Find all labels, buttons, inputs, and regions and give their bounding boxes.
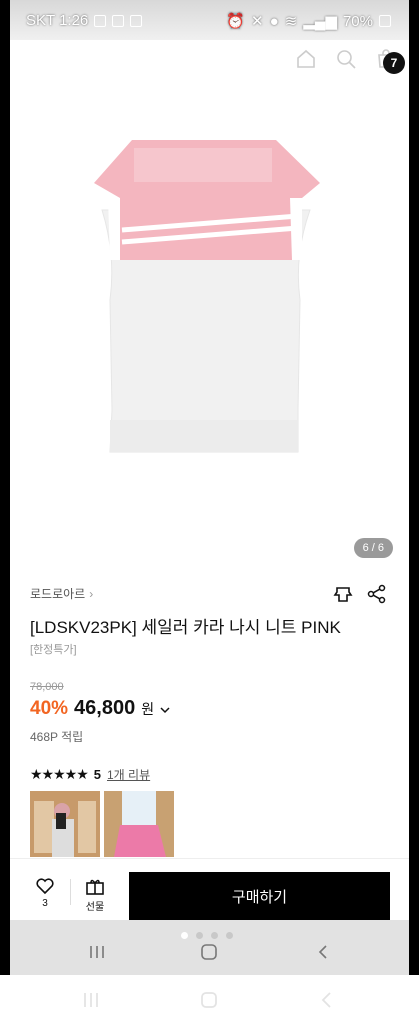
currency-label: 원 xyxy=(141,701,155,717)
system-navigation xyxy=(10,920,409,975)
brand-link[interactable]: 로드로아르 › xyxy=(30,585,93,602)
left-border xyxy=(0,0,10,975)
chevron-right-icon: › xyxy=(89,586,94,601)
divider xyxy=(70,879,71,905)
like-count: 3 xyxy=(42,898,48,909)
message-notification-icon xyxy=(130,14,143,27)
like-button[interactable]: 3 xyxy=(30,877,60,909)
bottom-action-bar: 3 선물 구매하기 xyxy=(10,858,409,921)
page-indicator xyxy=(181,932,233,939)
signal-icon: ▂▄▆ xyxy=(303,13,337,30)
home-icon[interactable] xyxy=(293,46,319,72)
review-link[interactable]: 1개 리뷰 xyxy=(107,766,150,783)
review-photos xyxy=(30,791,174,857)
header-actions: 7 xyxy=(293,46,405,74)
hanger-icon[interactable] xyxy=(333,584,353,609)
page-dot xyxy=(196,932,203,939)
page-dot xyxy=(181,932,188,939)
product-actions xyxy=(333,584,387,609)
share-icon[interactable] xyxy=(367,584,387,609)
back-nav-icon[interactable] xyxy=(314,944,332,965)
review-photo-1[interactable] xyxy=(30,791,100,857)
alarm-icon: ⏰ xyxy=(226,13,246,30)
wifi-icon: ≋ xyxy=(284,13,298,30)
page-dot xyxy=(226,932,233,939)
gift-button[interactable]: 선물 xyxy=(80,877,110,913)
gallery-notification-icon xyxy=(94,14,107,27)
app-notification-icon xyxy=(112,14,125,27)
gift-label: 선물 xyxy=(85,902,105,913)
product-image[interactable] xyxy=(10,90,409,565)
product-tag: [한정특가] xyxy=(30,644,77,656)
battery-level: 70% xyxy=(342,12,373,30)
buy-button[interactable]: 구매하기 xyxy=(129,872,390,920)
chevron-down-icon xyxy=(160,701,170,719)
page-dot xyxy=(211,932,218,939)
status-bar: SKT 1:26 ⏰ ✕ ● ≋ ▂▄▆ 70% xyxy=(10,0,409,40)
close-icon[interactable] xyxy=(22,56,46,80)
cart-button[interactable]: 7 xyxy=(373,46,405,74)
rating-score: 5 xyxy=(93,767,101,782)
location-icon: ● xyxy=(269,12,279,30)
gift-icon xyxy=(86,879,104,895)
product-title: [LDSKV23PK] 세일러 카라 나시 니트 PINK xyxy=(30,618,341,637)
original-price: 78,000 xyxy=(30,681,64,693)
battery-icon xyxy=(379,15,391,27)
recent-apps-icon[interactable] xyxy=(88,944,106,965)
image-counter: 6 / 6 xyxy=(353,538,393,558)
outer-home-icon[interactable] xyxy=(200,991,218,1014)
home-nav-icon[interactable] xyxy=(200,944,218,965)
search-icon[interactable] xyxy=(333,46,359,72)
heart-icon xyxy=(36,878,54,895)
carrier-time: SKT 1:26 xyxy=(26,12,89,29)
review-photo-2[interactable] xyxy=(104,791,174,857)
price-row[interactable]: 40% 46,800 원 xyxy=(30,697,170,720)
review-summary: ★★★★★ 5 1개 리뷰 xyxy=(30,766,150,783)
outer-back-icon[interactable] xyxy=(318,991,336,1014)
cart-count-badge: 7 xyxy=(383,52,405,74)
app-frame: SKT 1:26 ⏰ ✕ ● ≋ ▂▄▆ 70% 7 6 / 6 로드로아르 ›… xyxy=(10,0,409,975)
reward-points: 468P 적립 xyxy=(30,730,84,744)
right-border xyxy=(409,0,419,975)
brand-name: 로드로아르 xyxy=(30,587,86,601)
star-rating-icon: ★★★★★ xyxy=(30,766,89,782)
discount-rate: 40% xyxy=(30,698,69,719)
outer-recent-apps-icon[interactable] xyxy=(82,991,100,1014)
outer-navigation xyxy=(0,975,419,1024)
mute-icon: ✕ xyxy=(251,13,264,30)
sale-price: 46,800 xyxy=(74,697,136,719)
